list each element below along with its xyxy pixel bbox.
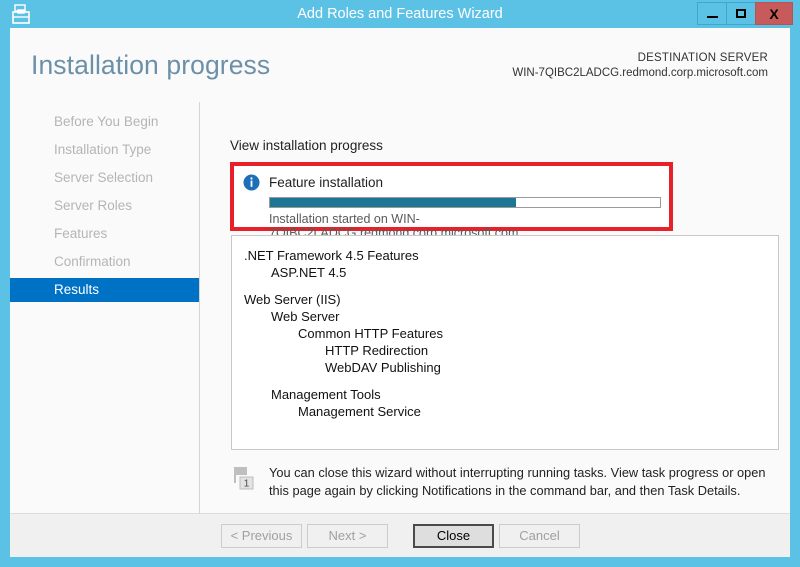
sidebar-item-confirmation[interactable]: Confirmation bbox=[10, 250, 199, 274]
close-wizard-note-text: You can close this wizard without interr… bbox=[269, 465, 766, 498]
close-wizard-button[interactable]: Close bbox=[413, 524, 494, 548]
page-header: Installation progress DESTINATION SERVER… bbox=[10, 28, 790, 102]
svg-text:1: 1 bbox=[244, 479, 250, 490]
page-title: Installation progress bbox=[31, 50, 271, 80]
sidebar-item-server-roles[interactable]: Server Roles bbox=[10, 194, 199, 218]
client-area: Installation progress DESTINATION SERVER… bbox=[10, 28, 790, 557]
sidebar-item-features[interactable]: Features bbox=[10, 222, 199, 246]
notification-flag-icon: 1 bbox=[232, 466, 260, 492]
content-pane: View installation progress Feature insta… bbox=[200, 102, 790, 528]
destination-server-label: DESTINATION SERVER bbox=[637, 52, 768, 64]
sidebar-item-server-selection[interactable]: Server Selection bbox=[10, 166, 199, 190]
list-item: Management Service bbox=[298, 404, 421, 419]
minimize-button[interactable] bbox=[697, 2, 727, 25]
list-item: ASP.NET 4.5 bbox=[271, 265, 347, 280]
list-item: WebDAV Publishing bbox=[325, 360, 441, 375]
progress-panel-title: Feature installation bbox=[269, 175, 384, 190]
wizard-window: Add Roles and Features Wizard X Installa… bbox=[0, 0, 800, 567]
list-item: Web Server bbox=[271, 309, 340, 324]
sidebar-item-results[interactable]: Results bbox=[10, 278, 199, 302]
content-heading: View installation progress bbox=[230, 138, 383, 153]
sidebar-item-before-you-begin[interactable]: Before You Begin bbox=[10, 110, 199, 134]
list-item: Management Tools bbox=[271, 387, 381, 402]
title-bar: Add Roles and Features Wizard X bbox=[0, 0, 800, 28]
minimize-icon bbox=[706, 15, 718, 18]
wizard-steps-sidebar: Before You Begin Installation Type Serve… bbox=[10, 102, 199, 513]
installation-progress-bar bbox=[269, 197, 661, 208]
destination-server-name: WIN-7QIBC2LADCG.redmond.corp.microsoft.c… bbox=[512, 67, 768, 79]
footer-button-bar: < Previous Next > Close Cancel bbox=[10, 514, 790, 557]
window-title: Add Roles and Features Wizard bbox=[297, 6, 503, 22]
window-controls: X bbox=[697, 2, 793, 26]
destination-server-block: DESTINATION SERVER WIN-7QIBC2LADCG.redmo… bbox=[512, 51, 768, 81]
cancel-button[interactable]: Cancel bbox=[499, 524, 580, 548]
previous-button[interactable]: < Previous bbox=[221, 524, 302, 548]
progress-panel-highlight: Feature installation Installation starte… bbox=[230, 162, 673, 240]
close-icon: X bbox=[769, 5, 779, 22]
list-item: HTTP Redirection bbox=[325, 343, 429, 358]
info-icon bbox=[243, 174, 260, 191]
maximize-icon bbox=[736, 9, 746, 18]
installed-features-list-inner: .NET Framework 4.5 Features ASP.NET 4.5 … bbox=[232, 247, 778, 420]
list-item: .NET Framework 4.5 Features bbox=[244, 248, 419, 263]
close-button[interactable]: X bbox=[755, 2, 793, 25]
installation-progress-fill bbox=[270, 198, 516, 207]
maximize-button[interactable] bbox=[726, 2, 756, 25]
list-item: Web Server (IIS) bbox=[244, 292, 341, 307]
sidebar-item-installation-type[interactable]: Installation Type bbox=[10, 138, 199, 162]
next-button[interactable]: Next > bbox=[307, 524, 388, 548]
installed-features-list[interactable]: .NET Framework 4.5 Features ASP.NET 4.5 … bbox=[231, 235, 779, 450]
list-item: Common HTTP Features bbox=[298, 326, 443, 341]
